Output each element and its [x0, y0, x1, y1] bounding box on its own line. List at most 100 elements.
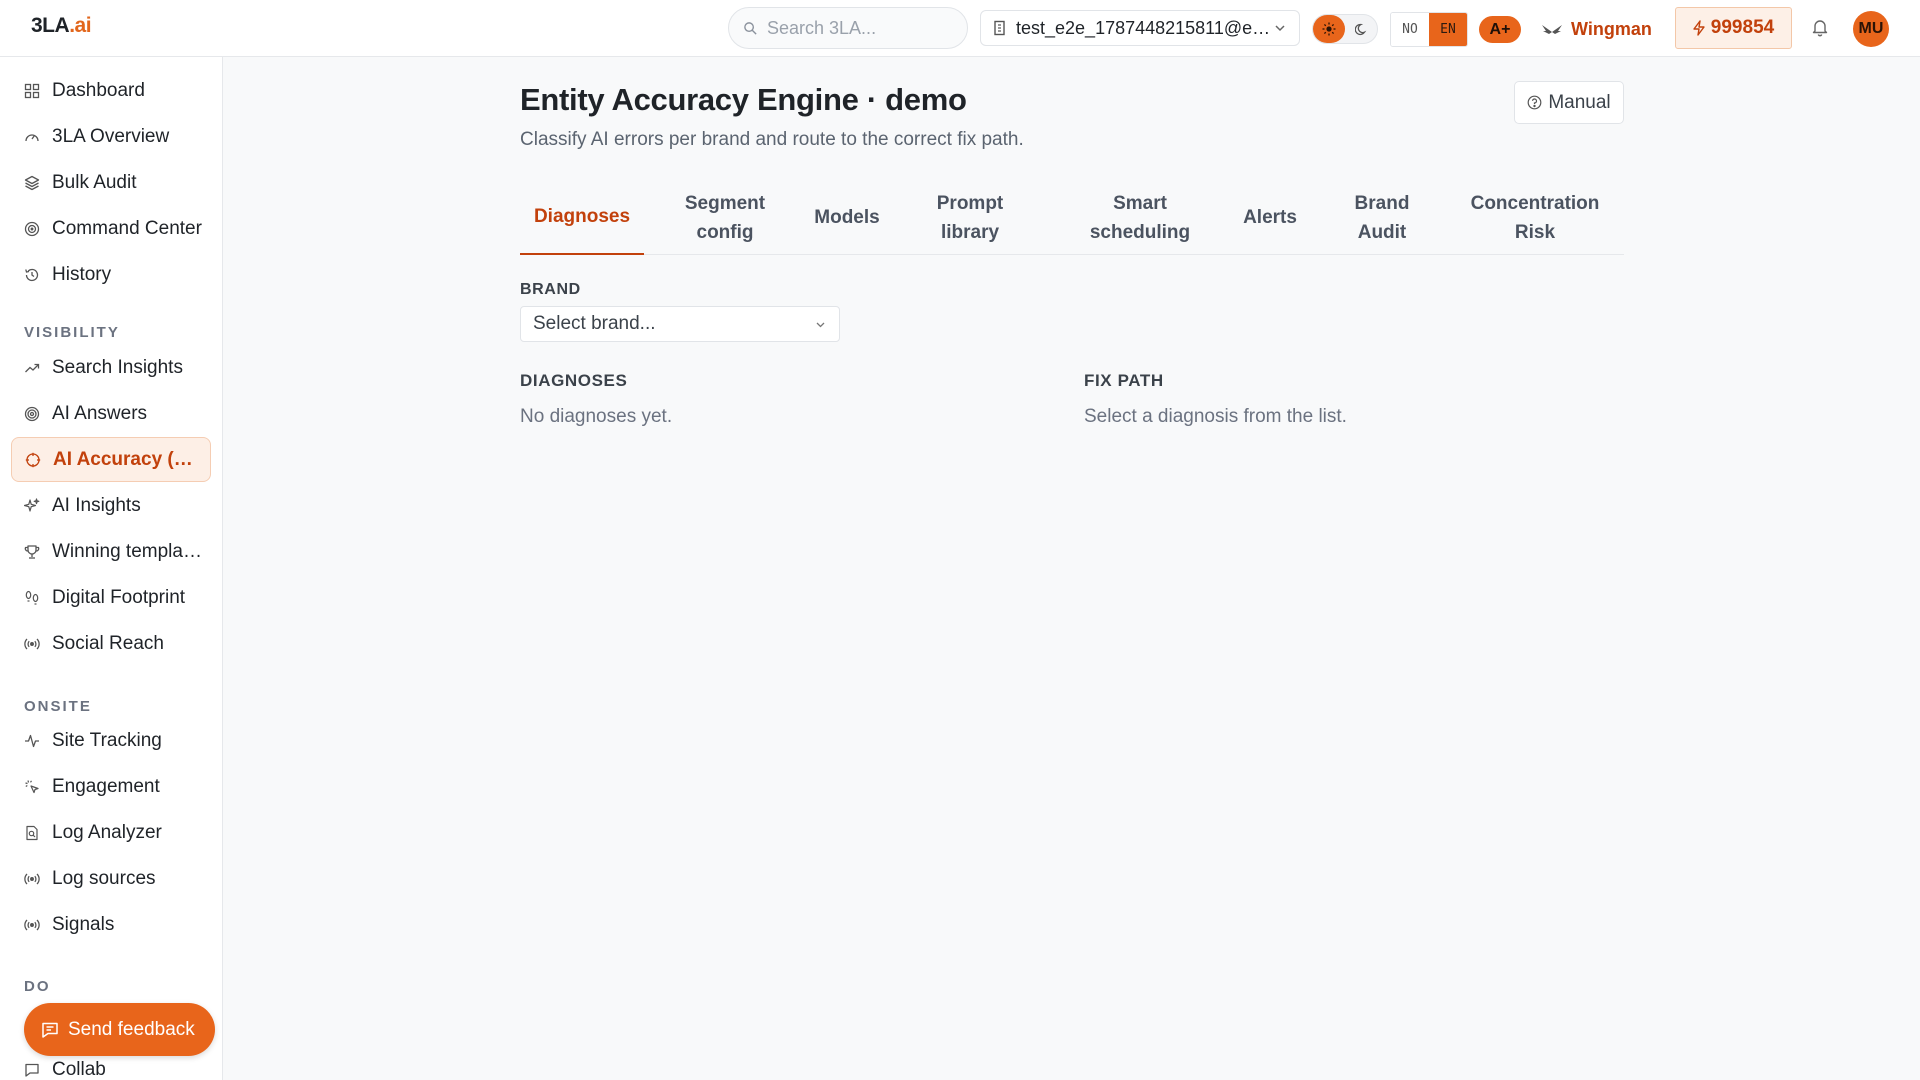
- sidebar-item-label: History: [52, 263, 112, 285]
- tab-label-line1: Smart: [1113, 192, 1167, 214]
- fix-path-empty-state: Select a diagnosis from the list.: [1084, 406, 1347, 427]
- tab-label-line2: config: [696, 221, 754, 243]
- help-circle-icon: [1527, 95, 1542, 110]
- tab-smart-scheduling[interactable]: Smart scheduling: [1080, 180, 1200, 255]
- section-heading-do: DO: [24, 978, 51, 995]
- sidebar-item-label: Social Reach: [52, 632, 164, 654]
- credits-badge[interactable]: 999854: [1675, 7, 1792, 49]
- grid-icon: [24, 83, 40, 98]
- radio-icon: [24, 873, 40, 884]
- grade-badge[interactable]: A+: [1479, 16, 1521, 43]
- sidebar-item-search-insights[interactable]: Search Insights: [11, 345, 211, 390]
- logo-suffix: .ai: [69, 14, 92, 37]
- sidebar-item-command-center[interactable]: Command Center: [11, 206, 211, 251]
- tab-diagnoses[interactable]: Diagnoses: [520, 180, 644, 255]
- sidebar-item-ai-accuracy[interactable]: AI Accuracy (Entity): [11, 437, 211, 482]
- building-icon: [994, 20, 1005, 36]
- radar-icon: [24, 406, 40, 421]
- light-mode-button[interactable]: [1313, 15, 1345, 43]
- manual-button[interactable]: Manual: [1514, 81, 1624, 124]
- tab-label-line1: Concentration: [1470, 192, 1600, 214]
- diagnoses-empty-state: No diagnoses yet.: [520, 406, 673, 427]
- tab-label-group: Smart scheduling: [1090, 189, 1190, 247]
- sidebar-item-history[interactable]: History: [11, 252, 211, 297]
- account-selector[interactable]: test_e2e_1787448215811@example.com: [980, 10, 1300, 46]
- bolt-icon: [1693, 20, 1705, 36]
- search-box[interactable]: [728, 7, 968, 49]
- logo-text: 3LA: [31, 14, 70, 37]
- sidebar-item-site-tracking[interactable]: Site Tracking: [11, 718, 211, 763]
- tab-label: Alerts: [1243, 207, 1297, 228]
- sidebar-item-label: Engagement: [52, 775, 160, 797]
- tab-alerts[interactable]: Alerts: [1230, 180, 1310, 255]
- sidebar-item-overview[interactable]: 3LA Overview: [11, 114, 211, 159]
- tab-models[interactable]: Models: [805, 180, 889, 255]
- dark-mode-button[interactable]: [1345, 15, 1377, 43]
- sidebar-item-label: Site Tracking: [52, 729, 162, 751]
- wings-icon: [1542, 25, 1562, 34]
- tab-label-line2: Audit: [1357, 221, 1407, 243]
- sidebar-item-bulk-audit[interactable]: Bulk Audit: [11, 160, 211, 205]
- sidebar-item-ai-insights[interactable]: AI Insights: [11, 483, 211, 528]
- brand-label: BRAND: [520, 281, 581, 298]
- sidebar-item-winning-templates[interactable]: Winning templates: [11, 529, 211, 574]
- footprints-icon: [25, 590, 39, 605]
- tab-concentration-risk[interactable]: Concentration Risk: [1462, 180, 1608, 255]
- tab-label-line2: library: [940, 221, 1000, 243]
- sidebar-item-label: Dashboard: [52, 79, 145, 101]
- target-icon: [24, 221, 40, 236]
- tab-segment-config[interactable]: Segment config: [665, 180, 785, 255]
- sidebar-item-label: Signals: [52, 913, 115, 935]
- sidebar-item-label: Log Analyzer: [52, 821, 162, 843]
- broadcast-icon: [24, 638, 40, 649]
- chevron-down-icon: [816, 322, 825, 327]
- tab-label-line2: scheduling: [1089, 221, 1191, 243]
- send-feedback-button[interactable]: Send feedback: [24, 1003, 215, 1056]
- lang-no-button[interactable]: NO: [1391, 13, 1429, 46]
- sidebar-item-label: Digital Footprint: [52, 586, 186, 608]
- sidebar-item-ai-answers[interactable]: AI Answers: [11, 391, 211, 436]
- sidebar-item-signals[interactable]: Signals: [11, 902, 211, 947]
- sidebar-item-label: AI Accuracy (Entity): [53, 448, 203, 470]
- fix-path-heading: FIX PATH: [1084, 371, 1164, 390]
- sidebar-item-label: Log sources: [52, 867, 156, 889]
- tab-brand-audit[interactable]: Brand Audit: [1342, 180, 1422, 255]
- sparkles-icon: [24, 497, 40, 512]
- sidebar-item-social-reach[interactable]: Social Reach: [11, 621, 211, 666]
- tab-label-group: Segment config: [685, 189, 765, 247]
- wingman-label: Wingman: [1571, 18, 1652, 39]
- brand-select[interactable]: Select brand...: [520, 306, 840, 342]
- crosshair-icon: [25, 452, 41, 467]
- wingman-button[interactable]: Wingman: [1541, 14, 1652, 44]
- notifications-button[interactable]: [1811, 18, 1829, 42]
- bell-icon: [1812, 20, 1828, 37]
- sun-icon: [1322, 22, 1336, 36]
- avatar[interactable]: MU: [1853, 11, 1889, 47]
- tab-bar: Diagnoses Segment config Models Prompt lib…: [520, 180, 1624, 255]
- sidebar-item-digital-footprint[interactable]: Digital Footprint: [11, 575, 211, 620]
- trending-up-icon: [25, 363, 40, 372]
- sidebar-item-log-sources[interactable]: Log sources: [11, 856, 211, 901]
- sidebar-item-log-analyzer[interactable]: Log Analyzer: [11, 810, 211, 855]
- app-logo[interactable]: 3LA.ai: [31, 14, 92, 38]
- tab-prompt-library[interactable]: Prompt library: [920, 180, 1020, 255]
- history-icon: [25, 268, 39, 281]
- sidebar-item-label: AI Insights: [52, 494, 141, 516]
- credits-count: 999854: [1710, 17, 1775, 38]
- theme-toggle[interactable]: [1312, 14, 1378, 44]
- tab-label-group: Concentration Risk: [1471, 189, 1600, 247]
- tab-label-line1: Segment: [684, 192, 766, 214]
- layers-icon: [24, 175, 40, 190]
- tab-label: Models: [814, 207, 880, 228]
- file-search-icon: [26, 825, 38, 840]
- lang-en-button[interactable]: EN: [1429, 13, 1467, 46]
- sidebar-item-dashboard[interactable]: Dashboard: [11, 68, 211, 113]
- search-input[interactable]: [767, 17, 957, 39]
- diagnoses-heading: DIAGNOSES: [520, 371, 628, 390]
- signal-icon: [24, 919, 40, 930]
- section-heading-visibility: VISIBILITY: [24, 324, 120, 341]
- sidebar: Dashboard 3LA Overview Bulk Audit Comman…: [0, 57, 223, 1080]
- tab-label-line2: Risk: [1514, 221, 1556, 243]
- sidebar-item-engagement[interactable]: Engagement: [11, 764, 211, 809]
- sidebar-item-label: Search Insights: [52, 356, 183, 378]
